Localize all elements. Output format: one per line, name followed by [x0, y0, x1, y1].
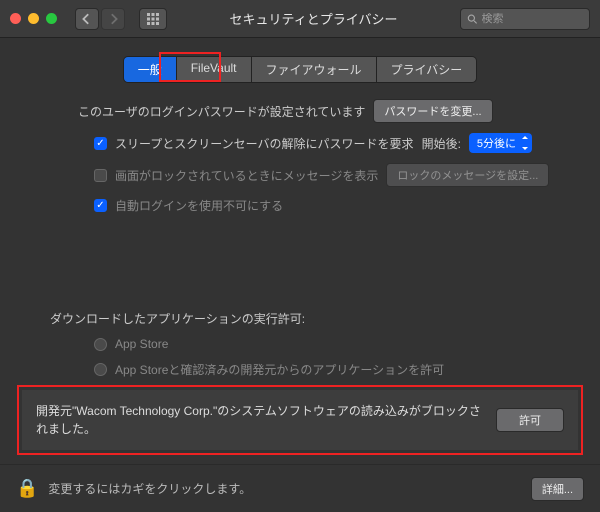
downloads-section: ダウンロードしたアプリケーションの実行許可: App Store App Sto…: [22, 310, 578, 450]
chevron-right-icon: [107, 13, 119, 25]
content-area: 一般 FileVault ファイアウォール プライバシー このユーザのログインパ…: [0, 38, 600, 464]
downloads-heading: ダウンロードしたアプリケーションの実行許可:: [50, 310, 305, 327]
disable-auto-login-checkbox[interactable]: ✓: [94, 199, 107, 212]
lock-hint-text: 変更するにはカギをクリックします。: [48, 480, 520, 497]
disable-auto-login-label: 自動ログインを使用不可にする: [115, 197, 283, 214]
identified-dev-radio: [94, 363, 107, 376]
delay-select[interactable]: 5分後に: [469, 133, 532, 153]
close-icon[interactable]: [10, 13, 21, 24]
blocked-software-panel: 開発元"Wacom Technology Corp."のシステムソフトウェアの読…: [22, 390, 578, 450]
tab-privacy[interactable]: プライバシー: [377, 57, 477, 82]
appstore-label: App Store: [115, 337, 168, 351]
grid-icon: [147, 13, 159, 25]
advanced-button[interactable]: 詳細...: [531, 477, 584, 501]
titlebar: セキュリティとプライバシー: [0, 0, 600, 38]
nav-buttons: [75, 8, 125, 30]
appstore-radio: [94, 338, 107, 351]
start-after-label: 開始後:: [422, 135, 461, 152]
chevron-left-icon: [81, 13, 93, 25]
allow-button[interactable]: 許可: [496, 408, 564, 432]
window-title: セキュリティとプライバシー: [175, 9, 452, 28]
blocked-software-text: 開発元"Wacom Technology Corp."のシステムソフトウェアの読…: [36, 402, 482, 438]
back-button[interactable]: [75, 8, 99, 30]
lock-message-label: 画面がロックされているときにメッセージを表示: [115, 167, 378, 184]
traffic-lights: [10, 13, 57, 24]
search-field[interactable]: [460, 8, 590, 30]
set-lock-message-button: ロックのメッセージを設定...: [386, 163, 549, 187]
lock-message-checkbox[interactable]: [94, 169, 107, 182]
forward-button[interactable]: [101, 8, 125, 30]
tab-firewall[interactable]: ファイアウォール: [252, 57, 377, 82]
footer: 🔒 変更するにはカギをクリックします。 詳細...: [0, 464, 600, 512]
search-input[interactable]: [482, 13, 584, 25]
tab-general[interactable]: 一般: [124, 57, 177, 82]
change-password-button[interactable]: パスワードを変更...: [373, 99, 492, 123]
identified-dev-label: App Storeと確認済みの開発元からのアプリケーションを許可: [115, 361, 444, 378]
tab-filevault[interactable]: FileVault: [177, 57, 252, 82]
login-section: このユーザのログインパスワードが設定されています パスワードを変更... ✓ ス…: [22, 99, 578, 224]
prefs-window: セキュリティとプライバシー 一般 FileVault ファイアウォール プライバ…: [0, 0, 600, 512]
lock-icon[interactable]: 🔒: [16, 478, 38, 499]
require-password-checkbox[interactable]: ✓: [94, 137, 107, 150]
minimize-icon[interactable]: [28, 13, 39, 24]
show-all-button[interactable]: [139, 8, 167, 30]
search-icon: [467, 13, 478, 25]
require-password-label: スリープとスクリーンセーバの解除にパスワードを要求: [115, 135, 414, 152]
zoom-icon[interactable]: [46, 13, 57, 24]
tab-bar: 一般 FileVault ファイアウォール プライバシー: [22, 56, 578, 83]
login-status-text: このユーザのログインパスワードが設定されています: [78, 103, 365, 120]
